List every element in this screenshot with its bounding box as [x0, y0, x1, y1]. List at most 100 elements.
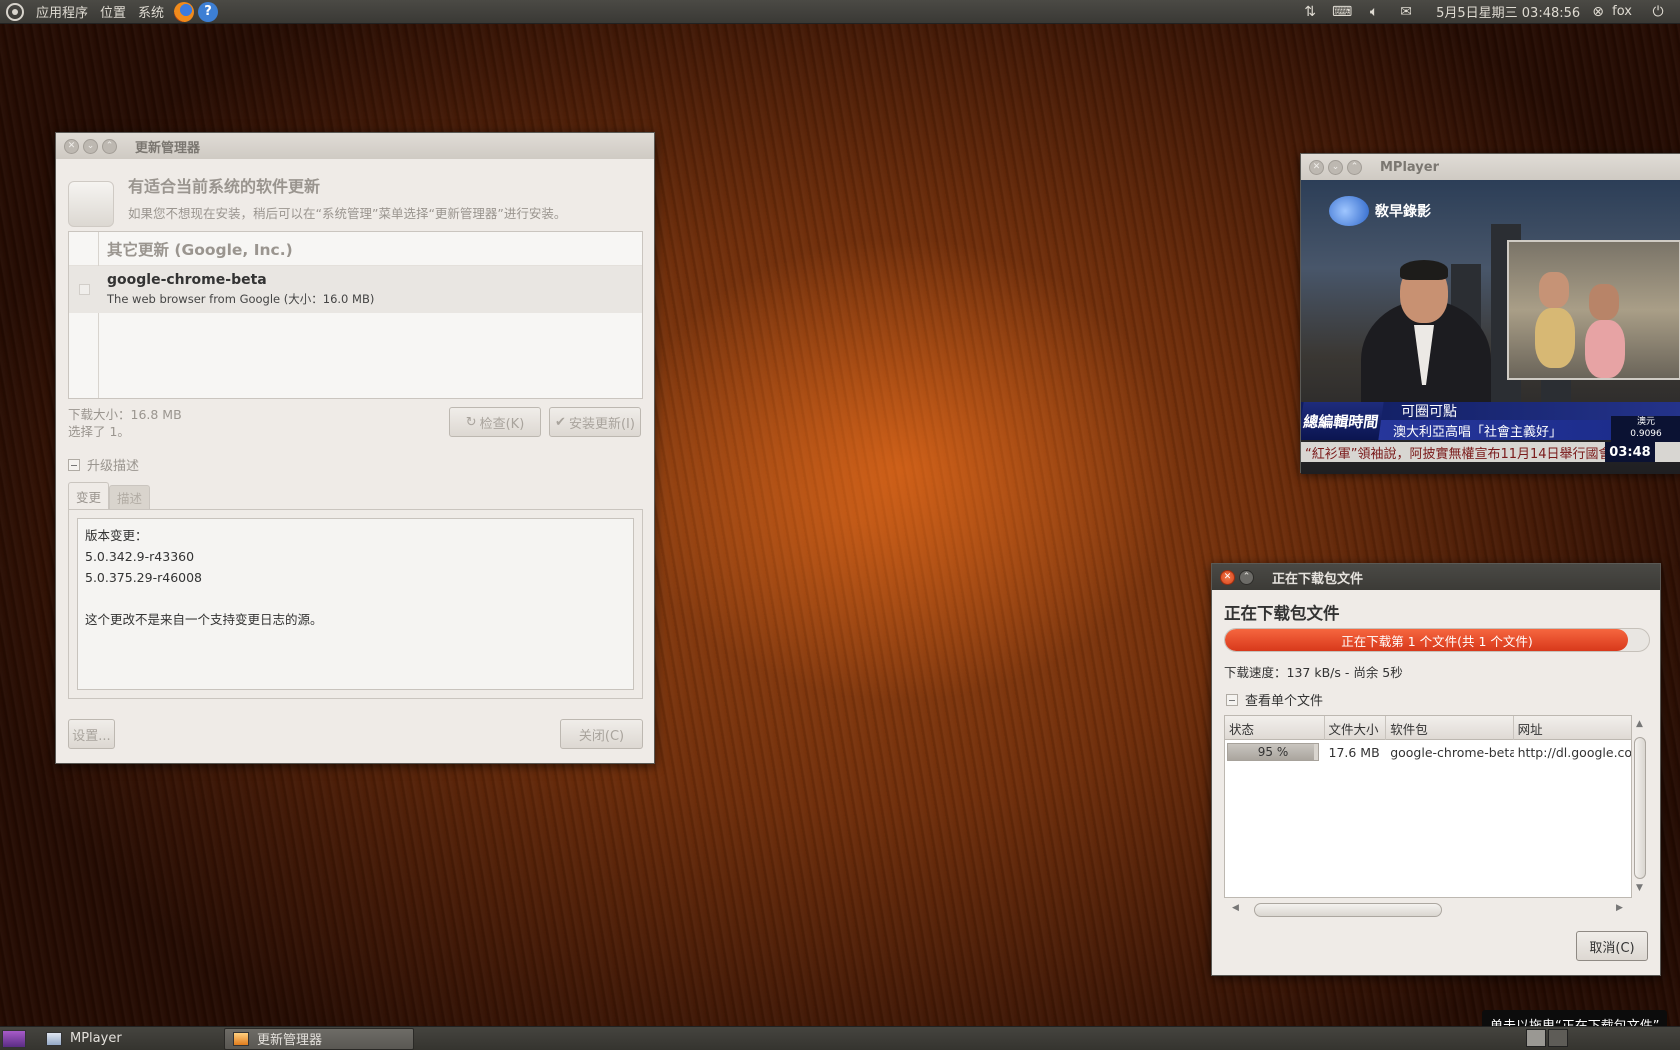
file-table: 状态 文件大小 软件包 网址 95 % 17.6 MB google-chrom… — [1224, 715, 1632, 898]
inset-person — [1539, 272, 1569, 308]
help-icon[interactable]: ? — [198, 1, 219, 22]
header-subtitle: 如果您不想现在安装，稍后可以在“系统管理”菜单选择“更新管理器”进行安装。 — [128, 206, 567, 221]
column-package[interactable]: 软件包 — [1386, 716, 1514, 740]
maximize-icon[interactable]: ⌃ — [1347, 159, 1362, 175]
window-icon — [46, 1031, 62, 1046]
close-icon[interactable]: ✕ — [1220, 569, 1235, 585]
exchange-rate: 澳元 0.9096 — [1611, 416, 1680, 442]
menu-applications[interactable]: 应用程序 — [30, 2, 94, 21]
checkmark-icon: ✔ — [555, 414, 566, 430]
maximize-icon[interactable]: ⌃ — [102, 138, 117, 154]
close-icon[interactable]: ✕ — [1309, 159, 1324, 175]
update-header: 有适合当前系统的软件更新 如果您不想现在安装，稍后可以在“系统管理”菜单选择“更… — [56, 159, 654, 237]
expander-label: 查看单个文件 — [1245, 694, 1324, 709]
horizontal-scrollbar[interactable]: ◀ ▶ — [1224, 901, 1632, 917]
horizontal-scroll-thumb[interactable] — [1254, 903, 1442, 917]
video-frame[interactable]: 敎早錄影 可圈可點 澳大利亞高唱「社會主義好」 總編輯時間 澳元 0.9096 … — [1301, 180, 1680, 474]
show-desktop-icon[interactable] — [2, 1029, 26, 1048]
menu-system[interactable]: 系统 — [132, 2, 170, 21]
vertical-scroll-thumb[interactable] — [1634, 737, 1646, 879]
update-list: 其它更新 (Google, Inc.) google-chrome-beta T… — [68, 231, 643, 399]
video-anchor-hair — [1400, 260, 1448, 280]
download-heading: 正在下载包文件 — [1224, 604, 1340, 623]
changes-textview[interactable]: 版本变更： 5.0.342.9-r43360 5.0.375.29-r46008… — [77, 518, 634, 690]
top-panel: 应用程序 位置 系统 ? ⇅ ⌨ 🔈︎ ✉ 5月5日星期三 03:48:56 ⊗… — [0, 0, 1680, 24]
changes-heading: 版本变更： — [85, 528, 148, 543]
clock[interactable]: 5月5日星期三 03:48:56 — [1436, 2, 1580, 21]
scroll-down-icon[interactable]: ▼ — [1636, 883, 1643, 893]
update-manager-icon — [233, 1031, 249, 1046]
minimize-icon[interactable]: ⌄ — [83, 138, 98, 154]
top-panel-left: 应用程序 位置 系统 ? — [0, 0, 219, 24]
mail-icon[interactable]: ✉ — [1396, 2, 1416, 22]
changes-note: 这个更改不是来自一个支持变更日志的源。 — [85, 612, 323, 627]
headline-top: 可圈可點 — [1401, 404, 1457, 420]
version-old: 5.0.342.9-r43360 — [85, 549, 195, 564]
vertical-scrollbar[interactable]: ▲ ▼ — [1633, 715, 1647, 898]
maximize-icon[interactable]: ⌃ — [1239, 569, 1254, 585]
ubuntu-logo-icon[interactable] — [6, 2, 24, 21]
workspace-2[interactable] — [1548, 1029, 1568, 1047]
menu-places[interactable]: 位置 — [94, 2, 132, 21]
download-size: 下载大小：16.8 MB — [68, 407, 182, 422]
check-button[interactable]: ↻ 检查(K) — [449, 407, 541, 437]
volume-icon[interactable]: 🔈︎ — [1364, 2, 1384, 22]
inset-person — [1585, 320, 1625, 378]
refresh-icon: ↻ — [465, 414, 477, 430]
keyboard-icon[interactable]: ⌨ — [1332, 2, 1352, 22]
collapse-icon[interactable] — [1226, 693, 1238, 706]
video-clock: 03:48 — [1605, 442, 1655, 462]
close-icon[interactable]: ✕ — [64, 138, 79, 154]
table-header: 状态 文件大小 软件包 网址 — [1225, 716, 1631, 740]
taskbar-item-label: MPlayer — [70, 1031, 122, 1046]
power-icon[interactable]: ⏻ — [1648, 2, 1668, 22]
scroll-up-icon[interactable]: ▲ — [1636, 719, 1643, 729]
row-progress-text: 95 % — [1257, 745, 1289, 759]
workspace-1[interactable] — [1526, 1029, 1546, 1047]
column-status[interactable]: 状态 — [1225, 716, 1325, 740]
download-progress-bar: 正在下载第 1 个文件(共 1 个文件) — [1224, 628, 1650, 652]
package-name: google-chrome-beta — [107, 272, 267, 288]
window-title: 正在下载包文件 — [1272, 571, 1364, 587]
settings-button[interactable]: 设置... — [68, 719, 115, 749]
network-icon[interactable]: ⇅ — [1300, 2, 1320, 22]
update-manager-titlebar[interactable]: ✕ ⌄ ⌃ 更新管理器 — [56, 133, 654, 159]
taskbar-item-label: 更新管理器 — [257, 1033, 323, 1048]
headline: 澳大利亞高唱「社會主義好」 — [1393, 424, 1563, 440]
cancel-button[interactable]: 取消(C) — [1576, 931, 1648, 961]
video-inset — [1507, 240, 1680, 380]
install-updates-button[interactable]: ✔ 安装更新(I) — [549, 407, 641, 437]
tab-description[interactable]: 描述 — [109, 485, 151, 509]
rate-label: 澳元 — [1636, 417, 1655, 427]
inset-person — [1589, 284, 1619, 320]
tab-changes[interactable]: 变更 — [68, 482, 110, 509]
update-list-row[interactable]: google-chrome-beta The web browser from … — [69, 266, 642, 313]
rate-value: 0.9096 — [1630, 429, 1662, 439]
scroll-right-icon[interactable]: ▶ — [1616, 903, 1623, 913]
column-url[interactable]: 网址 — [1514, 716, 1631, 740]
taskbar-item-update-manager[interactable]: 更新管理器 — [224, 1027, 414, 1050]
download-titlebar[interactable]: ✕ ⌃ 正在下载包文件 — [1212, 564, 1660, 590]
taskbar-item-mplayer[interactable]: MPlayer — [38, 1028, 218, 1050]
description-expander[interactable]: 升级描述 — [68, 455, 139, 474]
table-row[interactable]: 95 % 17.6 MB google-chrome-beta http://d… — [1225, 740, 1631, 764]
update-manager-window: ✕ ⌄ ⌃ 更新管理器 有适合当前系统的软件更新 如果您不想现在安装，稍后可以在… — [55, 132, 655, 764]
column-size[interactable]: 文件大小 — [1325, 716, 1387, 740]
download-dialog: ✕ ⌃ 正在下载包文件 正在下载包文件 正在下载第 1 个文件(共 1 个文件)… — [1211, 563, 1661, 976]
user-status-icon[interactable]: ⊗ — [1588, 2, 1608, 22]
user-name[interactable]: fox — [1612, 4, 1632, 19]
close-button[interactable]: 关闭(C) — [560, 719, 643, 749]
workspace-switcher[interactable] — [1526, 1029, 1570, 1049]
download-stats: 下载大小：16.8 MB 选择了 1。 — [68, 406, 182, 440]
firefox-icon[interactable] — [174, 1, 195, 22]
mplayer-titlebar[interactable]: ✕ ⌄ ⌃ MPlayer — [1301, 154, 1680, 180]
top-panel-right: ⇅ ⌨ 🔈︎ ✉ 5月5日星期三 03:48:56 ⊗ fox ⏻ — [1294, 0, 1680, 24]
channel-logo: 敎早錄影 — [1329, 196, 1431, 226]
file-details-expander[interactable]: 查看单个文件 — [1226, 690, 1323, 709]
scroll-left-icon[interactable]: ◀ — [1232, 903, 1239, 913]
collapse-icon[interactable] — [68, 458, 80, 471]
changes-panel: 版本变更： 5.0.342.9-r43360 5.0.375.29-r46008… — [68, 509, 643, 699]
minimize-icon[interactable]: ⌄ — [1328, 159, 1343, 175]
update-checkbox[interactable] — [79, 284, 90, 295]
bottom-panel: MPlayer 更新管理器 — [0, 1026, 1680, 1050]
